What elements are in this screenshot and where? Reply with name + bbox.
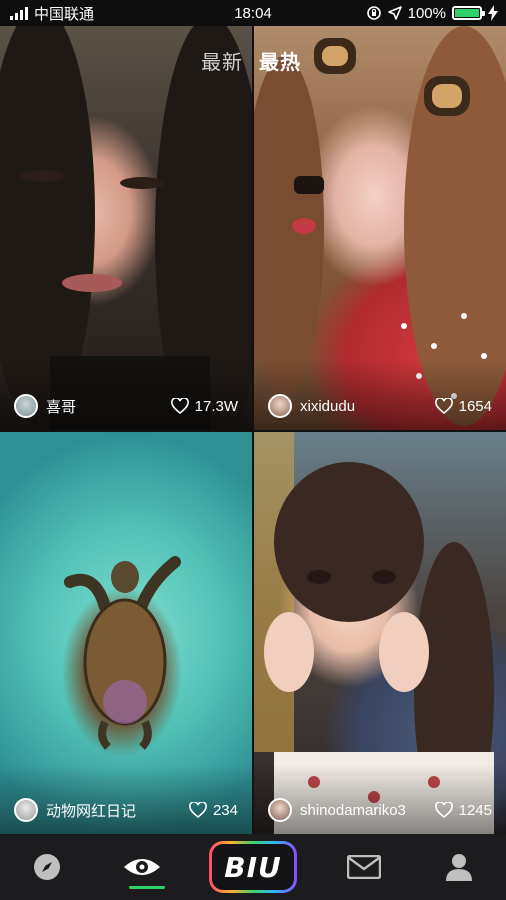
author-name: shinodamariko3 — [300, 801, 406, 819]
heart-icon — [434, 802, 453, 818]
tab-hottest[interactable]: 最热 — [259, 46, 301, 75]
author[interactable]: xixidudu — [268, 394, 355, 418]
location-icon — [387, 6, 402, 20]
avatar — [14, 798, 38, 822]
feed-card[interactable]: 动物网红日记 234 — [0, 432, 252, 834]
carrier-label: 中国联通 — [34, 5, 95, 23]
nav-messages[interactable] — [334, 837, 394, 897]
feed-card[interactable]: xixidudu 1654 — [254, 26, 506, 430]
avatar — [268, 394, 292, 418]
feed-card[interactable]: shinodamariko3 1245 — [254, 432, 506, 834]
rotation-lock-icon — [366, 6, 381, 20]
likes[interactable]: 234 — [189, 802, 238, 819]
author-name: 喜哥 — [46, 398, 77, 416]
heart-icon — [434, 398, 453, 414]
nav-profile[interactable] — [429, 837, 489, 897]
author[interactable]: 喜哥 — [14, 394, 76, 418]
like-count: 1245 — [458, 801, 492, 819]
mail-icon — [346, 855, 381, 879]
battery-percent: 100% — [407, 4, 446, 22]
author-name: 动物网红日记 — [46, 802, 137, 820]
compass-icon — [34, 854, 61, 880]
active-indicator — [129, 886, 166, 889]
heart-icon — [189, 802, 207, 818]
tab-latest[interactable]: 最新 — [201, 46, 243, 75]
status-left: 中国联通 — [0, 3, 210, 24]
battery-icon — [452, 6, 485, 20]
eye-icon — [124, 859, 161, 875]
status-right: 100% — [366, 0, 498, 26]
card-footer: 动物网红日记 234 — [14, 796, 238, 824]
nav-discover[interactable] — [17, 837, 77, 897]
like-count: 1654 — [458, 397, 492, 415]
nav-biu[interactable]: BIU — [207, 837, 299, 897]
heart-icon — [170, 398, 189, 414]
card-footer: shinodamariko3 1245 — [268, 796, 492, 824]
author[interactable]: shinodamariko3 — [268, 798, 406, 822]
like-count: 17.3W — [194, 397, 238, 415]
bottom-nav: BIU — [0, 834, 506, 900]
avatar — [268, 798, 292, 822]
like-count: 234 — [212, 801, 238, 819]
nav-watch[interactable] — [112, 837, 172, 897]
feed-card[interactable]: 喜哥 17.3W — [0, 26, 252, 430]
card-footer: 喜哥 17.3W — [14, 392, 238, 420]
biu-logo-text: BIU — [211, 844, 294, 890]
author-name: xixidudu — [300, 397, 356, 415]
profile-icon — [445, 854, 472, 881]
card-footer: xixidudu 1654 — [268, 392, 492, 420]
likes[interactable]: 1245 — [434, 801, 492, 819]
avatar — [14, 394, 38, 418]
biu-logo: BIU — [208, 841, 297, 893]
author[interactable]: 动物网红日记 — [14, 798, 136, 822]
likes[interactable]: 1654 — [434, 397, 492, 415]
charging-icon — [488, 5, 498, 21]
likes[interactable]: 17.3W — [170, 397, 238, 415]
status-bar: 中国联通 18:04 100% — [0, 0, 506, 26]
signal-icon — [10, 6, 28, 20]
